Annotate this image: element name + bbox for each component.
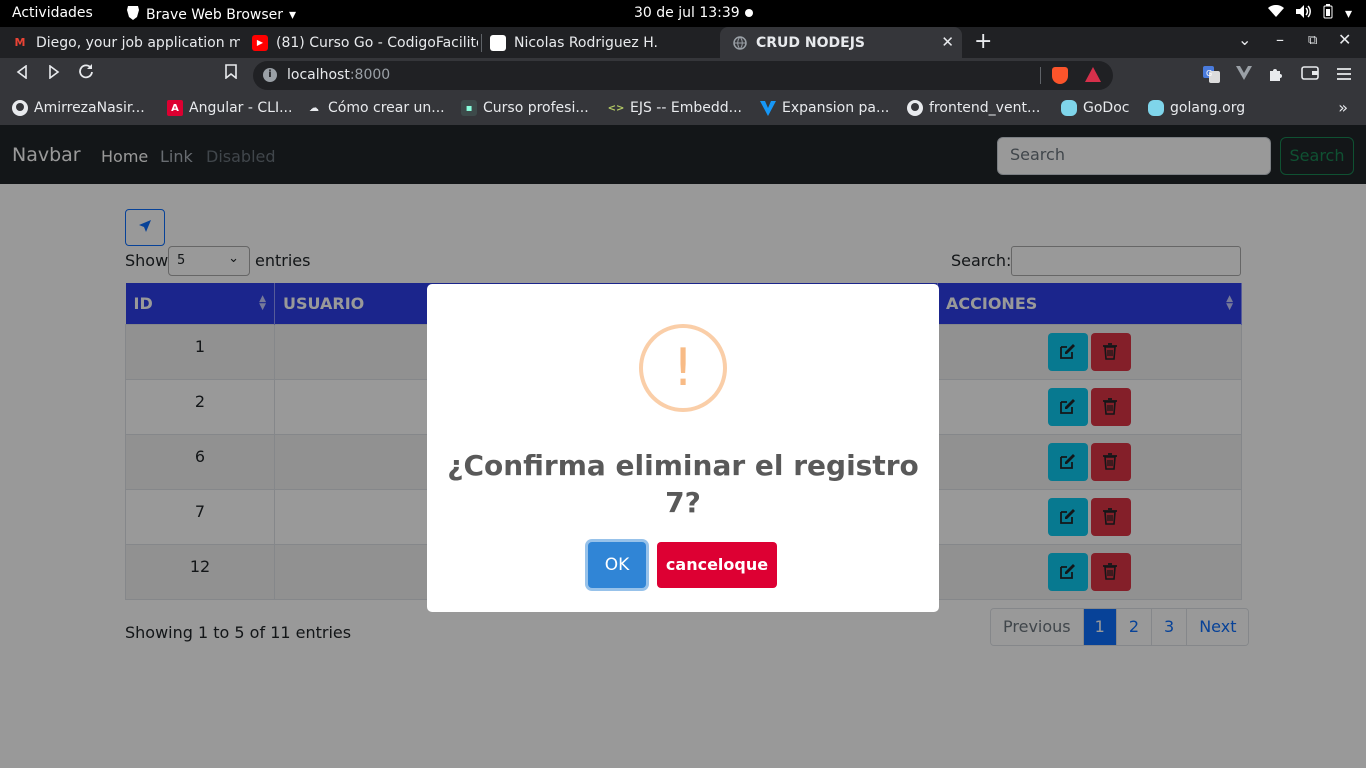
menu-icon[interactable] [1337, 66, 1351, 84]
maximize-icon[interactable]: ⧉ [1308, 33, 1317, 48]
svg-text:G: G [1206, 69, 1212, 78]
tab-gmail[interactable]: M Diego, your job application m [0, 27, 240, 58]
gopher-icon [1148, 100, 1164, 116]
more-bookmarks-icon[interactable]: » [1338, 98, 1348, 117]
page-icon [490, 34, 506, 51]
ok-button[interactable]: OK [588, 542, 646, 588]
tab-strip: M Diego, your job application m ▶ (81) C… [0, 27, 1366, 58]
bookmark-icon[interactable] [220, 64, 242, 83]
bookmark-label: Curso profesi... [483, 100, 589, 116]
translate-icon[interactable]: G [1203, 66, 1220, 87]
brave-shields-icon[interactable] [1052, 67, 1068, 84]
wallet-icon[interactable] [1301, 66, 1319, 84]
globe-icon [732, 35, 748, 51]
volume-icon [1295, 5, 1311, 22]
confirm-dialog: ! ¿Confirma eliminar el registro 7? OK c… [427, 284, 939, 612]
new-tab-button[interactable]: + [974, 29, 992, 54]
clock[interactable]: 30 de jul 13:39 [634, 5, 740, 21]
caret-down-icon: ▾ [1344, 5, 1352, 22]
gopher-icon [1061, 100, 1077, 116]
vuejs-devtools-icon[interactable] [1236, 66, 1252, 84]
bookmark-item[interactable]: ☁ Cómo crear un... [306, 100, 445, 116]
battery-icon [1323, 4, 1333, 23]
tab-nicolas[interactable]: Nicolas Rodriguez H. [478, 27, 716, 58]
reload-icon[interactable] [75, 64, 97, 83]
url-divider [1040, 67, 1041, 84]
github-icon [907, 100, 923, 116]
caret-down-icon: ▾ [289, 6, 297, 23]
page-viewport: Navbar Home Link Disabled Search Search … [0, 125, 1366, 768]
tab-title: CRUD NODEJS [756, 34, 866, 51]
brave-rewards-icon[interactable] [1085, 67, 1101, 82]
bookmarks-bar: AmirrezaNasir... A Angular - CLI... ☁ Có… [0, 93, 1366, 125]
tab-title: Nicolas Rodriguez H. [514, 34, 658, 51]
activities-button[interactable]: Actividades [12, 5, 93, 21]
bookmark-item[interactable]: A Angular - CLI... [167, 100, 292, 116]
bookmark-item[interactable]: frontend_vent... [907, 100, 1040, 116]
site-info-icon[interactable]: i [263, 68, 277, 82]
bookmark-label: Expansion pa... [782, 100, 890, 116]
system-tray[interactable]: ▾ [1267, 4, 1352, 23]
bookmark-label: golang.org [1170, 100, 1246, 116]
bookmark-item[interactable]: Expansion pa... [760, 100, 889, 116]
tab-title: (81) Curso Go - CodigoFacilito [276, 34, 478, 51]
url-host: localhost [287, 67, 350, 83]
bookmark-label: frontend_vent... [929, 100, 1041, 116]
tab-crud-nodejs[interactable]: CRUD NODEJS ✕ [720, 27, 962, 58]
browser-toolbar: i localhost:8000 G [0, 58, 1366, 93]
url-port: :8000 [349, 67, 391, 83]
forward-icon[interactable] [43, 64, 65, 83]
brave-lion-icon [126, 5, 140, 24]
url-text: localhost:8000 [287, 67, 390, 83]
bookmark-label: AmirrezaNasir... [34, 100, 145, 116]
bookmark-item[interactable]: <> EJS -- Embedd... [608, 100, 742, 116]
bookmark-item[interactable]: golang.org [1148, 100, 1245, 116]
system-top-bar: Actividades Brave Web Browser ▾ 30 de ju… [0, 0, 1366, 27]
warning-icon: ! [639, 324, 727, 412]
bookmark-label: Cómo crear un... [328, 100, 445, 116]
close-tab-icon[interactable]: ✕ [941, 33, 954, 51]
angular-icon: A [167, 100, 183, 116]
ejs-icon: <> [607, 102, 625, 114]
page-icon: ▪ [461, 100, 477, 116]
back-icon[interactable] [11, 64, 33, 83]
address-bar[interactable]: i localhost:8000 [253, 61, 1113, 90]
bookmark-item[interactable]: GoDoc [1061, 100, 1129, 116]
bookmark-item[interactable]: ▪ Curso profesi... [461, 100, 589, 116]
tab-search-chevron-icon[interactable]: ⌄ [1238, 30, 1251, 49]
dialog-title: ¿Confirma eliminar el registro 7? [447, 449, 919, 519]
github-icon [12, 100, 28, 116]
bookmark-item[interactable]: AmirrezaNasir... [12, 100, 145, 116]
tab-youtube[interactable]: ▶ (81) Curso Go - CodigoFacilito [240, 27, 478, 58]
youtube-icon: ▶ [252, 34, 268, 51]
minimize-icon[interactable]: – [1276, 30, 1284, 49]
notification-dot [745, 9, 753, 17]
bookmark-label: EJS -- Embedd... [630, 100, 742, 116]
tab-title: Diego, your job application m [36, 34, 240, 51]
app-menu[interactable]: Brave Web Browser ▾ [126, 5, 296, 24]
gmail-icon: M [14, 36, 26, 49]
wifi-icon [1267, 4, 1284, 22]
close-window-icon[interactable]: ✕ [1338, 30, 1351, 49]
bookmark-label: GoDoc [1083, 100, 1130, 116]
cancel-button[interactable]: canceloque [657, 542, 777, 588]
cloud-icon: ☁ [309, 102, 319, 114]
bookmark-label: Angular - CLI... [189, 100, 293, 116]
extensions-icon[interactable] [1268, 66, 1284, 86]
app-name: Brave Web Browser [146, 6, 283, 23]
vuetify-icon [760, 100, 776, 116]
